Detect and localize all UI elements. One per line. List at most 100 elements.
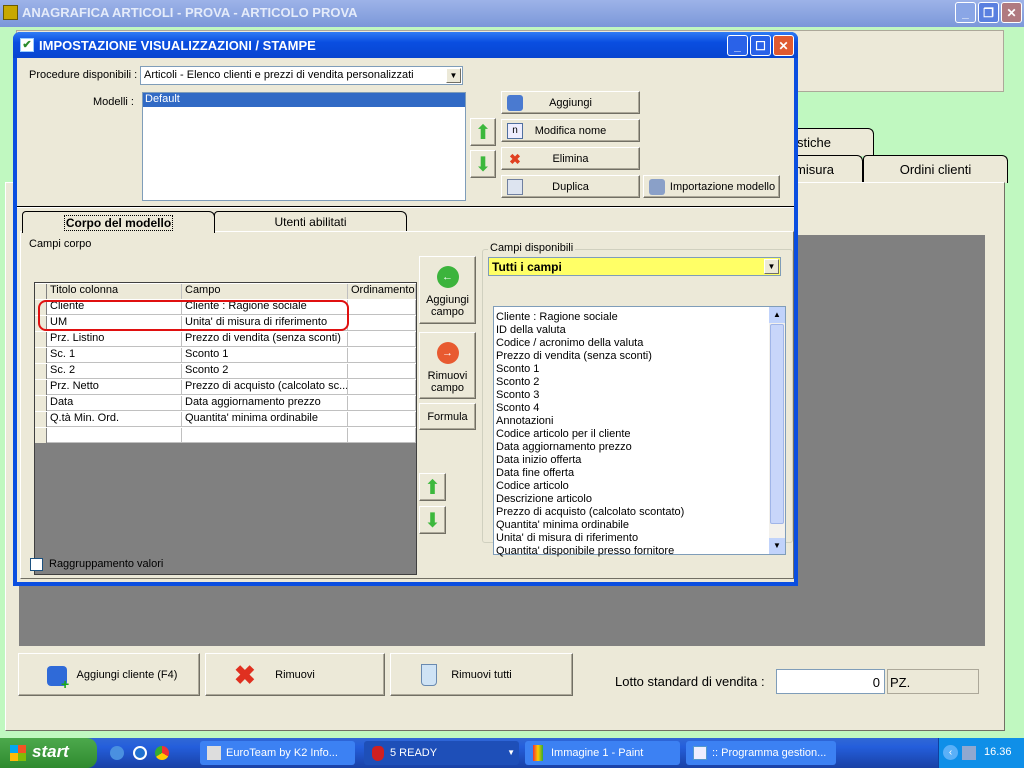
grid-cell[interactable]: Sconto 1: [182, 348, 348, 363]
table-row[interactable]: Prz. Netto Prezzo di acquisto (calcolato …: [35, 379, 416, 395]
list-item[interactable]: Data fine offerta: [494, 467, 785, 480]
grid-cell[interactable]: Sc. 2: [47, 364, 182, 379]
restore-button[interactable]: ❐: [978, 2, 999, 23]
grid-cell[interactable]: [47, 428, 182, 443]
tab-ordini-clienti[interactable]: Ordini clienti: [863, 155, 1008, 183]
list-item[interactable]: Annotazioni: [494, 415, 785, 428]
grid-cell[interactable]: Sconto 2: [182, 364, 348, 379]
grid-cell[interactable]: Quantita' minima ordinabile: [182, 412, 348, 427]
remove-field-button[interactable]: → Rimuovi campo: [419, 332, 476, 399]
grid-cell[interactable]: [348, 316, 416, 331]
import-model-button[interactable]: Importazione modello: [643, 175, 780, 198]
list-item[interactable]: Cliente : Ragione sociale: [494, 311, 785, 324]
row-header[interactable]: [35, 428, 47, 443]
rename-model-button[interactable]: n Modifica nome: [501, 119, 640, 142]
tab-caratteristiche[interactable]: stiche: [790, 128, 874, 156]
row-header[interactable]: [35, 396, 47, 411]
grid-cell[interactable]: Data aggiornamento prezzo: [182, 396, 348, 411]
models-listbox[interactable]: Default: [142, 92, 466, 201]
row-header[interactable]: [35, 364, 47, 379]
grid-cell[interactable]: Q.tà Min. Ord.: [47, 412, 182, 427]
taskbar-item-euroteam[interactable]: EuroTeam by K2 Info...: [200, 741, 355, 765]
table-row[interactable]: Sc. 1 Sconto 1: [35, 347, 416, 363]
table-row[interactable]: Data Data aggiornamento prezzo: [35, 395, 416, 411]
tab-unita-misura[interactable]: misura: [790, 155, 863, 183]
grid-cell[interactable]: Prezzo di acquisto (calcolato sc...: [182, 380, 348, 395]
list-item[interactable]: Codice / acronimo della valuta: [494, 337, 785, 350]
grid-cell[interactable]: [348, 396, 416, 411]
list-item[interactable]: Sconto 1: [494, 363, 785, 376]
chevron-down-icon[interactable]: ▼: [764, 259, 779, 274]
row-header[interactable]: [35, 380, 47, 395]
list-item[interactable]: Sconto 4: [494, 402, 785, 415]
grid-cell[interactable]: [348, 332, 416, 347]
field-down-button[interactable]: ⬇: [419, 506, 446, 534]
grid-cell[interactable]: Prz. Netto: [47, 380, 182, 395]
list-item[interactable]: Sconto 3: [494, 389, 785, 402]
list-item[interactable]: ID della valuta: [494, 324, 785, 337]
formula-button[interactable]: Formula: [419, 403, 476, 430]
grid-cell[interactable]: [182, 428, 348, 443]
grid-cell[interactable]: [348, 380, 416, 395]
column-header[interactable]: Ordinamento: [348, 284, 416, 299]
row-header[interactable]: [35, 284, 47, 299]
grid-cell[interactable]: Prz. Listino: [47, 332, 182, 347]
add-field-button[interactable]: ← Aggiungi campo: [419, 256, 476, 324]
row-header[interactable]: [35, 348, 47, 363]
chrome-icon[interactable]: [155, 746, 169, 760]
grid-cell[interactable]: Data: [47, 396, 182, 411]
list-item[interactable]: Codice articolo per il cliente: [494, 428, 785, 441]
dialog-minimize-button[interactable]: _: [727, 35, 748, 56]
remove-button[interactable]: ✖ Rimuovi: [205, 653, 385, 696]
start-button[interactable]: start: [0, 738, 97, 768]
add-client-button[interactable]: + Aggiungi cliente (F4): [18, 653, 200, 696]
list-item[interactable]: Descrizione articolo: [494, 493, 785, 506]
network-icon[interactable]: [962, 746, 976, 760]
model-item[interactable]: Default: [143, 93, 465, 107]
scrollbar[interactable]: ▲ ▼: [769, 307, 785, 554]
row-header[interactable]: [35, 332, 47, 347]
tray-expand-icon[interactable]: ‹: [943, 745, 958, 760]
table-row[interactable]: Prz. Listino Prezzo di vendita (senza sco…: [35, 331, 416, 347]
scroll-thumb[interactable]: [770, 324, 784, 524]
row-header[interactable]: [35, 412, 47, 427]
list-item[interactable]: Data aggiornamento prezzo: [494, 441, 785, 454]
close-button[interactable]: ✕: [1001, 2, 1022, 23]
list-item[interactable]: Quantita' disponibile presso fornitore: [494, 545, 785, 558]
list-item[interactable]: Prezzo di acquisto (calcolato scontato): [494, 506, 785, 519]
move-up-button[interactable]: ⬆: [470, 118, 496, 146]
list-item[interactable]: Codice articolo: [494, 480, 785, 493]
tab-corpo-modello[interactable]: Corpo del modello: [22, 211, 215, 233]
table-row[interactable]: [35, 427, 416, 443]
grid-cell[interactable]: [348, 300, 416, 315]
add-model-button[interactable]: Aggiungi: [501, 91, 640, 114]
grouping-checkbox[interactable]: [30, 558, 43, 571]
grid-cell[interactable]: Sc. 1: [47, 348, 182, 363]
minimize-button[interactable]: _: [955, 2, 976, 23]
column-header[interactable]: Titolo colonna: [47, 284, 182, 299]
tab-utenti-abilitati[interactable]: Utenti abilitati: [214, 211, 407, 232]
grid-cell[interactable]: [348, 428, 416, 443]
table-row[interactable]: Q.tà Min. Ord. Quantita' minima ordinabil…: [35, 411, 416, 427]
delete-model-button[interactable]: ✖ Elimina: [501, 147, 640, 170]
grid-cell[interactable]: Prezzo di vendita (senza sconti): [182, 332, 348, 347]
scroll-down-button[interactable]: ▼: [769, 538, 785, 554]
procedures-dropdown[interactable]: Articoli - Elenco clienti e prezzi di ve…: [140, 66, 463, 85]
scroll-up-button[interactable]: ▲: [769, 307, 785, 323]
taskbar-item-programma[interactable]: :: Programma gestion...: [686, 741, 836, 765]
table-row[interactable]: Sc. 2 Sconto 2: [35, 363, 416, 379]
list-item[interactable]: Data inizio offerta: [494, 454, 785, 467]
duplicate-model-button[interactable]: Duplica: [501, 175, 640, 198]
remove-all-button[interactable]: Rimuovi tutti: [390, 653, 573, 696]
available-fields-list[interactable]: ▲ ▼ Cliente : Ragione sociale ID della va…: [493, 306, 786, 558]
list-item[interactable]: Prezzo di vendita (senza sconti): [494, 350, 785, 363]
ie-icon[interactable]: [110, 746, 124, 760]
taskbar-item-paint[interactable]: Immagine 1 - Paint: [525, 741, 680, 765]
chevron-down-icon[interactable]: ▼: [507, 748, 515, 757]
media-icon[interactable]: [133, 746, 147, 760]
column-header[interactable]: Campo: [182, 284, 348, 299]
list-item[interactable]: Unita' di misura di riferimento: [494, 532, 785, 545]
grid-cell[interactable]: [348, 348, 416, 363]
grid-cell[interactable]: [348, 364, 416, 379]
field-up-button[interactable]: ⬆: [419, 473, 446, 501]
